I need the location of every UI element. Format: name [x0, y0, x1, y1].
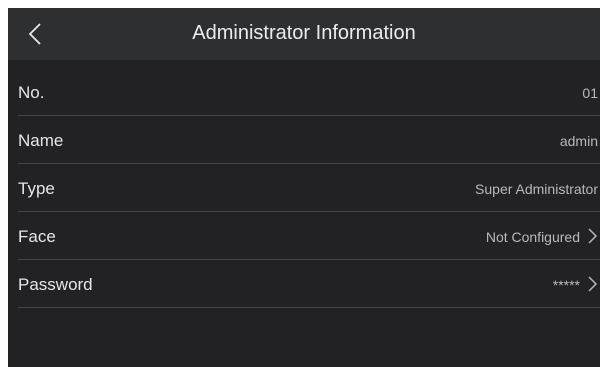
- row-number: No. 01: [8, 68, 600, 116]
- number-value: 01: [582, 85, 598, 101]
- number-label: No.: [18, 83, 45, 102]
- row-type: Type Super Administrator: [8, 164, 600, 212]
- name-value: admin: [559, 133, 598, 149]
- chevron-right-icon: [588, 276, 598, 292]
- face-label: Face: [18, 227, 56, 246]
- type-label: Type: [18, 179, 55, 198]
- header-bar: Administrator Information: [8, 8, 600, 60]
- row-name: Name admin: [8, 116, 600, 164]
- face-value: Not Configured: [485, 229, 580, 245]
- info-list: No. 01 Name admin Type Super Administrat…: [8, 68, 600, 308]
- chevron-right-icon: [588, 228, 598, 244]
- row-face[interactable]: Face Not Configured: [8, 212, 600, 260]
- row-password[interactable]: Password *****: [8, 260, 600, 308]
- password-value: *****: [552, 277, 580, 293]
- password-label: Password: [18, 275, 93, 294]
- name-label: Name: [18, 131, 64, 150]
- divider: [18, 307, 600, 308]
- admin-info-screen: Administrator Information No. 01 Name ad…: [8, 8, 600, 367]
- page-title: Administrator Information: [192, 22, 416, 44]
- type-value: Super Administrator: [475, 181, 598, 197]
